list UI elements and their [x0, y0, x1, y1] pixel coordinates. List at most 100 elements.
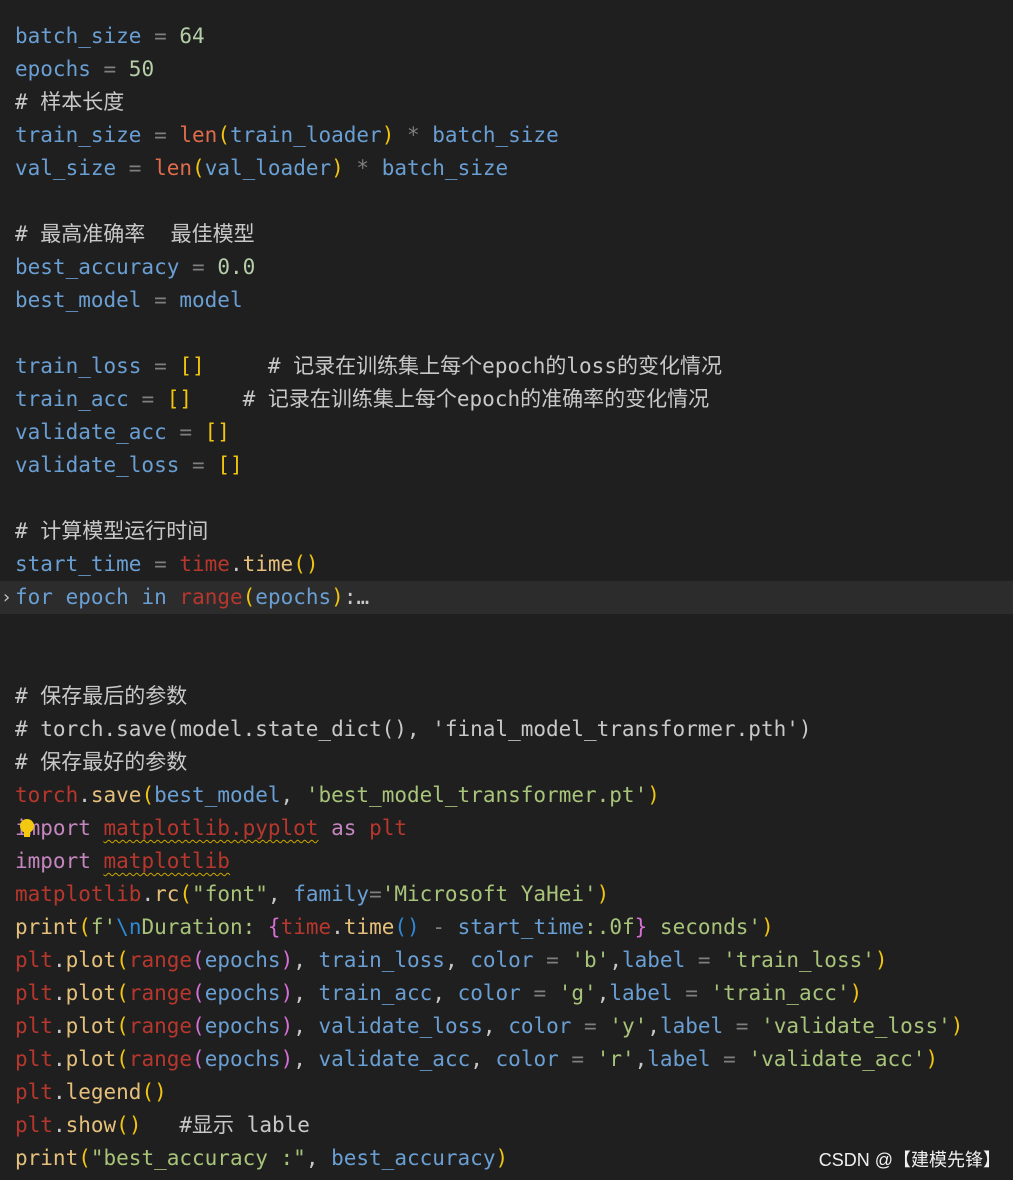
code-token: ) [280, 1014, 294, 1038]
code-line[interactable]: val_size = len(val_loader) * batch_size [0, 152, 1013, 185]
code-line[interactable]: plt.plot(range(epochs), validate_acc, co… [0, 1043, 1013, 1076]
lightbulb-icon[interactable] [17, 818, 37, 840]
code-line[interactable]: validate_loss = [] [0, 449, 1013, 482]
code-token: ) [925, 1047, 939, 1071]
code-line[interactable]: plt.plot(range(epochs), validate_loss, c… [0, 1010, 1013, 1043]
code-token: matplotlib [103, 849, 230, 873]
code-token: # 保存最后的参数 [15, 684, 188, 708]
code-line[interactable] [0, 614, 1013, 647]
code-token: # torch.save(model.state_dict(), 'final_… [15, 717, 812, 741]
code-line[interactable]: plt.legend() [0, 1076, 1013, 1109]
code-token: [] [179, 354, 205, 378]
code-token: best_accuracy [331, 1146, 496, 1170]
code-token: , [293, 1047, 319, 1071]
code-line[interactable]: # 样本长度 [0, 86, 1013, 119]
code-line[interactable] [0, 185, 1013, 218]
code-token: = [520, 981, 559, 1005]
code-line[interactable] [0, 317, 1013, 350]
code-token: 'validate_acc' [748, 1047, 926, 1071]
code-line[interactable]: matplotlib.rc("font", family='Microsoft … [0, 878, 1013, 911]
fold-chevron-icon[interactable]: › [1, 581, 12, 614]
code-line[interactable]: train_size = len(train_loader) * batch_s… [0, 119, 1013, 152]
code-line[interactable]: epochs = 50 [0, 53, 1013, 86]
code-line[interactable]: import matplotlib.pyplot as plt [0, 812, 1013, 845]
code-token: . [331, 915, 344, 939]
code-token: 50 [128, 57, 155, 81]
code-token: ( [141, 783, 155, 807]
code-token: . [141, 882, 155, 906]
code-token: matplotlib.pyplot [103, 816, 319, 840]
code-token: = [533, 948, 572, 972]
code-token: label [609, 981, 673, 1005]
code-token: plt [15, 948, 53, 972]
code-token: , [444, 948, 471, 972]
code-token: * [394, 123, 433, 147]
code-token: plot [65, 1047, 117, 1071]
code-token: = [685, 948, 724, 972]
code-line[interactable]: import matplotlib [0, 845, 1013, 878]
code-line[interactable]: best_accuracy = 0.0 [0, 251, 1013, 284]
code-token: range [128, 1014, 193, 1038]
code-token: ( [192, 156, 205, 180]
code-token: label [647, 1047, 711, 1071]
code-token: 0.0 [217, 255, 256, 279]
code-token: * [343, 156, 382, 180]
code-token: epochs [15, 57, 91, 81]
code-line[interactable] [0, 482, 1013, 515]
code-line[interactable]: plt.plot(range(epochs), train_acc, color… [0, 977, 1013, 1010]
code-token: rc [154, 882, 180, 906]
code-token: . [78, 783, 91, 807]
code-token: batch_size [432, 123, 559, 147]
code-token: ) [280, 1047, 294, 1071]
code-token: validate_loss [15, 453, 180, 477]
code-token: start_time [15, 552, 142, 576]
code-token: = [141, 552, 180, 576]
code-line[interactable]: # 保存最好的参数 [0, 746, 1013, 779]
code-editor[interactable]: batch_size = 64 epochs = 50 # 样本长度 train_si… [0, 20, 1013, 1175]
code-token: = [166, 420, 205, 444]
code-token: epochs [204, 981, 281, 1005]
code-token: ) [280, 981, 294, 1005]
code-token: = [141, 288, 180, 312]
code-line[interactable]: # 最高准确率 最佳模型 [0, 218, 1013, 251]
code-token: plt [15, 1113, 53, 1137]
code-token: . [52, 981, 66, 1005]
code-line[interactable]: start_time = time.time() [0, 548, 1013, 581]
code-line[interactable]: › for epoch in range(epochs):… [0, 581, 1013, 614]
code-token: epochs [204, 1014, 281, 1038]
code-line[interactable]: train_loss = [] # 记录在训练集上每个epoch的loss的变化… [0, 350, 1013, 383]
code-token: ( [116, 1014, 129, 1038]
code-line[interactable] [0, 647, 1013, 680]
code-line[interactable]: validate_acc = [] [0, 416, 1013, 449]
code-token: ) [761, 915, 774, 939]
code-token: 'g' [558, 981, 597, 1005]
code-line[interactable]: plt.plot(range(epochs), train_loss, colo… [0, 944, 1013, 977]
code-token: # 最高准确率 最佳模型 [15, 222, 255, 246]
code-line[interactable]: best_model = model [0, 284, 1013, 317]
code-line[interactable]: train_acc = [] # 记录在训练集上每个epoch的准确率的变化情况 [0, 383, 1013, 416]
code-line[interactable]: plt.show() #显示 lable [0, 1109, 1013, 1142]
code-token: () [141, 1080, 167, 1104]
code-token: - [419, 915, 458, 939]
code-token: train_size [15, 123, 142, 147]
code-token: { [267, 915, 281, 939]
code-token: batch_size [381, 156, 509, 180]
code-line[interactable]: # torch.save(model.state_dict(), 'final_… [0, 713, 1013, 746]
code-token: # 样本长度 [15, 90, 125, 114]
code-line[interactable]: print(f'\nDuration: {time.time() - start… [0, 911, 1013, 944]
code-token: plot [65, 948, 117, 972]
code-token: 'r' [596, 1047, 635, 1071]
code-token: ( [192, 948, 205, 972]
code-token: ( [192, 1047, 205, 1071]
code-line[interactable]: batch_size = 64 [0, 20, 1013, 53]
code-token: legend [65, 1080, 142, 1104]
code-token: , [596, 981, 610, 1005]
code-line[interactable]: # 保存最后的参数 [0, 680, 1013, 713]
code-line[interactable]: # 计算模型运行时间 [0, 515, 1013, 548]
code-token: 'y' [609, 1014, 648, 1038]
code-line[interactable]: torch.save(best_model, 'best_model_trans… [0, 779, 1013, 812]
